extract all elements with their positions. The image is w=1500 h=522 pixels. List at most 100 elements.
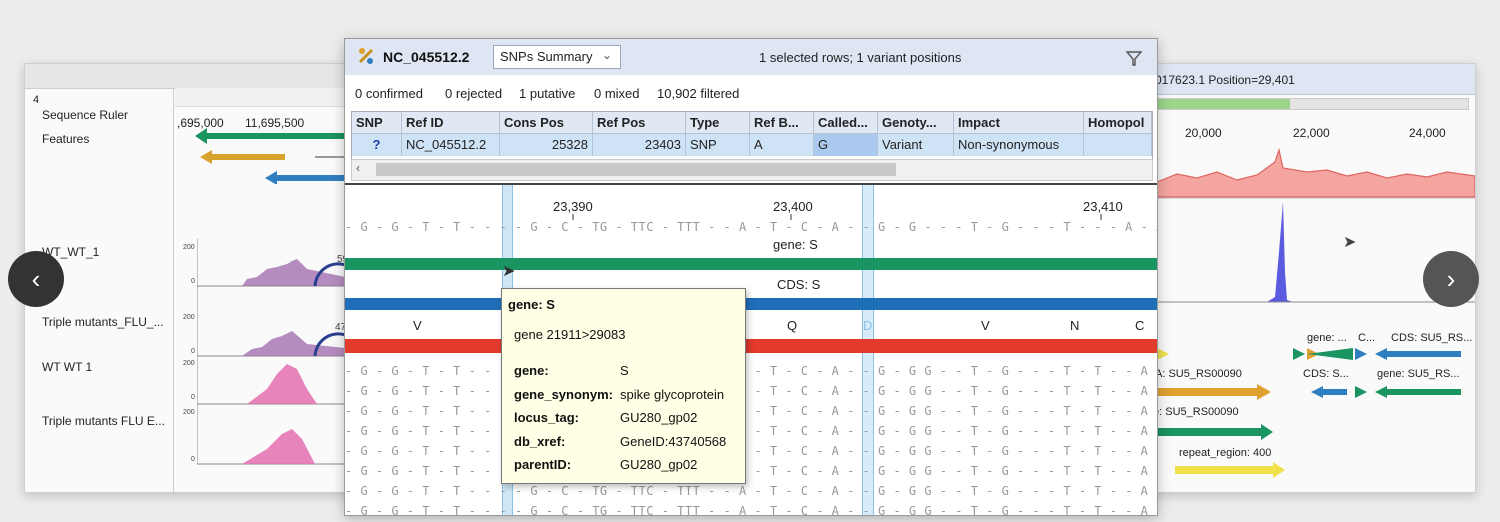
- column-header[interactable]: Genoty...: [878, 112, 954, 134]
- left-preview-panel: 4 Sequence Ruler Features ,695,000 11,69…: [24, 63, 356, 493]
- alignment-ruler-tick: 23,410: [1083, 199, 1123, 214]
- confirmed-count: 0 confirmed: [355, 86, 423, 101]
- tooltip-key: db_xref:: [514, 434, 566, 449]
- chevron-right-icon: ›: [1446, 263, 1456, 294]
- right-ruler-tick: 24,000: [1409, 126, 1446, 140]
- gene-arrow: [200, 150, 285, 164]
- alignment-ruler-tick: 23,400: [773, 199, 813, 214]
- sequence-ruler-label: Sequence Ruler: [42, 108, 129, 122]
- coverage-tracks: [197, 239, 355, 465]
- filter-icon[interactable]: [1125, 49, 1143, 67]
- left-panel-topbar: [25, 64, 355, 89]
- carousel-next-button[interactable]: ›: [1423, 251, 1479, 307]
- feature-label: CDS: S...: [1303, 368, 1349, 380]
- amino-acid: C: [1135, 318, 1145, 333]
- axis-zero: 0: [191, 348, 195, 355]
- chevron-down-icon: ⌄: [602, 48, 613, 62]
- column-header[interactable]: Type: [686, 112, 750, 134]
- amino-acid: Q: [787, 318, 798, 333]
- read-sequence: - G - G - T - T - - - - G - C - TG - TTC…: [345, 404, 1157, 418]
- right-ruler-tick: 22,000: [1293, 126, 1330, 140]
- right-ruler-tick: 20,000: [1185, 126, 1222, 140]
- view-select-value: SNPs Summary: [500, 49, 593, 64]
- track-separator: [173, 88, 174, 492]
- protein-track-bar[interactable]: [345, 339, 1157, 353]
- called-base-cell[interactable]: G: [814, 134, 878, 156]
- carousel-previous-button[interactable]: ‹: [8, 251, 64, 307]
- read-sequence: - G - G - T - T - - - - G - C - TG - TTC…: [345, 384, 1157, 398]
- amino-acid: V: [981, 318, 990, 333]
- feature-label: gene: ...: [1307, 332, 1347, 344]
- tooltip-title: gene: S: [508, 297, 555, 312]
- tooltip-key: parentID:: [514, 457, 572, 472]
- read-sequence: - G - G - T - T - - - - G - C - TG - TTC…: [345, 464, 1157, 478]
- track-label-triple1: Triple mutants_FLU_...: [42, 315, 164, 329]
- column-header[interactable]: SNP: [352, 112, 402, 134]
- feature-label: CDS: SU5_RS...: [1391, 332, 1473, 344]
- genotype-cell[interactable]: Variant: [878, 134, 954, 156]
- amino-acid: D: [863, 318, 873, 333]
- column-header[interactable]: Homopol: [1084, 112, 1152, 134]
- column-header[interactable]: Called...: [814, 112, 878, 134]
- table-horizontal-scrollbar[interactable]: ‹: [351, 159, 1153, 181]
- cursor-icon: ➤: [1343, 234, 1357, 251]
- snp-status-cell[interactable]: ?: [352, 134, 402, 156]
- impact-cell[interactable]: Non-synonymous: [954, 134, 1084, 156]
- tooltip-value: GU280_gp02: [620, 410, 698, 425]
- tooltip-value: GeneID:43740568: [620, 434, 727, 449]
- axis-max: 200: [183, 314, 195, 321]
- consensus-sequence: - G - G - T - T - - - - G - C - TG - TTC…: [345, 220, 1158, 234]
- scroll-left-icon[interactable]: ‹: [356, 161, 360, 175]
- features-label: Features: [42, 132, 90, 146]
- read-sequence: - G - G - T - T - - - - G - C - TG - TTC…: [345, 364, 1157, 378]
- putative-count: 1 putative: [519, 86, 576, 101]
- ref-pos-cell[interactable]: 23403: [593, 134, 686, 156]
- column-header[interactable]: Ref ID: [402, 112, 500, 134]
- rejected-count: 0 rejected: [445, 86, 503, 101]
- cds-track-label: CDS: S: [777, 277, 821, 292]
- feature-label: A: SU5_RS00090: [1155, 368, 1242, 380]
- cons-pos-cell[interactable]: 25328: [500, 134, 593, 156]
- snp-stats-bar: 0 confirmed 0 rejected 1 putative 0 mixe…: [345, 75, 1157, 111]
- mouse-cursor-icon: ➤: [502, 263, 516, 280]
- chevron-left-icon: ‹: [31, 263, 41, 294]
- amino-acid: V: [413, 318, 422, 333]
- type-cell[interactable]: SNP: [686, 134, 750, 156]
- ref-base-cell[interactable]: A: [750, 134, 814, 156]
- axis-zero: 0: [191, 278, 195, 285]
- view-select[interactable]: SNPs Summary ⌄: [493, 45, 621, 69]
- ref-id-cell[interactable]: NC_045512.2: [402, 134, 500, 156]
- left-ruler-band: [175, 88, 355, 107]
- overview-thumb[interactable]: [1158, 99, 1290, 109]
- scrollbar-thumb[interactable]: [376, 163, 896, 176]
- amino-acid: N: [1070, 318, 1080, 333]
- column-header[interactable]: Cons Pos: [500, 112, 593, 134]
- cds-track-bar[interactable]: [345, 298, 1157, 310]
- column-header[interactable]: Ref Pos: [593, 112, 686, 134]
- window-header: NC_045512.2 SNPs Summary ⌄ 1 selected ro…: [345, 39, 1157, 76]
- gene-arrow: [195, 128, 355, 144]
- gene-track-label: gene: S: [773, 237, 818, 252]
- axis-zero: 0: [191, 394, 195, 401]
- axis-max: 200: [183, 360, 195, 367]
- feature-label: gene: SU5_RS...: [1377, 368, 1460, 380]
- column-header[interactable]: Impact: [954, 112, 1084, 134]
- overview-scrollbar[interactable]: [1157, 98, 1469, 110]
- accession-title: NC_045512.2: [383, 49, 470, 65]
- homopolymer-cell[interactable]: [1084, 134, 1152, 156]
- column-header[interactable]: Ref B...: [750, 112, 814, 134]
- filtered-count: 10,902 filtered: [657, 86, 740, 101]
- left-feature-arrows: [195, 128, 355, 184]
- selection-info: 1 selected rows; 1 variant positions: [759, 50, 962, 65]
- feature-label: C...: [1358, 332, 1376, 344]
- track-number: 4: [33, 94, 40, 106]
- snp-viewer-window: NC_045512.2 SNPs Summary ⌄ 1 selected ro…: [344, 38, 1158, 516]
- tooltip-value: spike glycoprotein: [620, 387, 725, 402]
- gene-arrow: [265, 171, 355, 184]
- snp-table[interactable]: SNP Ref ID Cons Pos Ref Pos Type Ref B..…: [351, 111, 1153, 161]
- axis-max: 200: [183, 244, 195, 251]
- feature-label: e: SU5_RS00090: [1153, 406, 1239, 418]
- track-label-triple2: Triple mutants FLU E...: [42, 414, 165, 428]
- tooltip-key: locus_tag:: [514, 410, 580, 425]
- gene-track-bar[interactable]: [345, 258, 1157, 270]
